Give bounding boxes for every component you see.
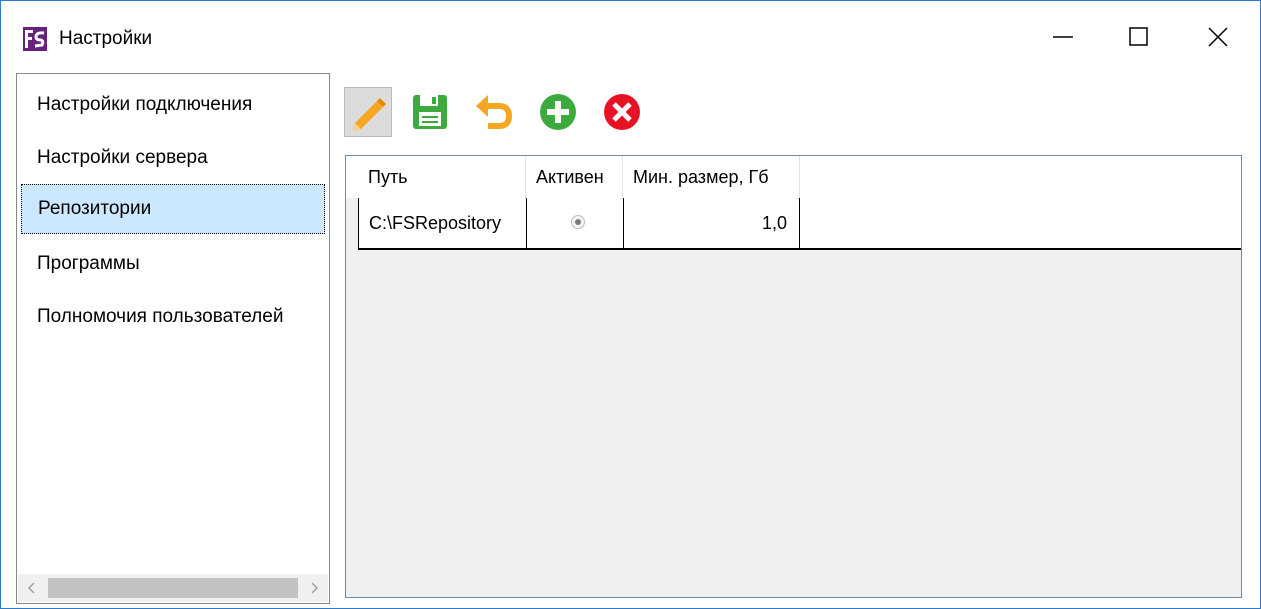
- horizontal-scrollbar[interactable]: [18, 574, 328, 602]
- sidebar-item-label: Полномочия пользователей: [37, 306, 284, 327]
- scrollbar-thumb[interactable]: [48, 578, 298, 598]
- minimize-button[interactable]: [1039, 15, 1087, 59]
- column-header-active[interactable]: Активен: [526, 156, 623, 198]
- app-logo-icon: [23, 27, 47, 51]
- maximize-icon: [1129, 27, 1148, 46]
- pencil-icon: [353, 98, 386, 131]
- sidebar-item-connection-settings[interactable]: Настройки подключения: [21, 81, 325, 131]
- minimize-icon: [1053, 36, 1073, 38]
- cell-path-text: C:\FSRepository: [369, 213, 502, 233]
- close-button[interactable]: [1194, 15, 1242, 59]
- sidebar-item-label: Настройки сервера: [37, 147, 208, 168]
- table-row[interactable]: C:\FSRepository 1,0: [358, 198, 1241, 250]
- sidebar-item-user-permissions[interactable]: Полномочия пользователей: [21, 293, 325, 343]
- delete-button[interactable]: [598, 87, 646, 137]
- toolbar: [344, 87, 664, 139]
- sidebar-item-server-settings[interactable]: Настройки сервера: [21, 134, 325, 184]
- save-button[interactable]: [406, 87, 454, 137]
- close-icon: [1208, 27, 1228, 47]
- cell-active[interactable]: [526, 198, 623, 248]
- title-bar[interactable]: Настройки: [1, 1, 1260, 71]
- column-header-min-size[interactable]: Мин. размер, Гб: [623, 156, 800, 198]
- repositories-grid[interactable]: Путь Активен Мин. размер, Гб C:\FSReposi…: [345, 155, 1242, 598]
- settings-category-list: Настройки подключения Настройки сервера …: [16, 73, 330, 604]
- window-title: Настройки: [59, 28, 153, 49]
- undo-arrow-icon: [476, 95, 513, 129]
- cell-path[interactable]: C:\FSRepository: [358, 198, 526, 248]
- maximize-button[interactable]: [1115, 15, 1163, 59]
- row-header[interactable]: [346, 198, 358, 250]
- column-header-label: Мин. размер, Гб: [633, 167, 769, 187]
- sidebar-item-label: Программы: [37, 253, 140, 274]
- settings-window: Настройки Настройки подключения Настройк…: [0, 0, 1261, 609]
- chevron-left-icon: [27, 582, 35, 594]
- column-header-label: Путь: [368, 167, 408, 187]
- column-header-path[interactable]: Путь: [358, 156, 526, 198]
- sidebar-item-label: Репозитории: [38, 198, 152, 219]
- x-circle-icon: [604, 94, 640, 130]
- chevron-right-icon: [311, 582, 319, 594]
- scroll-left-button[interactable]: [18, 574, 46, 602]
- add-button[interactable]: [534, 87, 582, 137]
- cell-min-size[interactable]: 1,0: [623, 198, 800, 248]
- undo-button[interactable]: [470, 87, 518, 137]
- sidebar-item-label: Настройки подключения: [37, 94, 253, 115]
- active-radio[interactable]: [571, 215, 585, 229]
- radio-dot: [575, 219, 581, 225]
- cell-min-size-text: 1,0: [761, 213, 787, 233]
- plus-circle-icon: [540, 94, 576, 130]
- edit-button[interactable]: [344, 87, 392, 137]
- sidebar-item-programs[interactable]: Программы: [21, 240, 325, 290]
- sidebar-item-repositories[interactable]: Репозитории: [21, 184, 325, 234]
- column-header-label: Активен: [536, 167, 604, 187]
- floppy-disk-icon: [413, 95, 447, 129]
- scroll-right-button[interactable]: [300, 574, 328, 602]
- grid-header: Путь Активен Мин. размер, Гб: [346, 156, 1241, 198]
